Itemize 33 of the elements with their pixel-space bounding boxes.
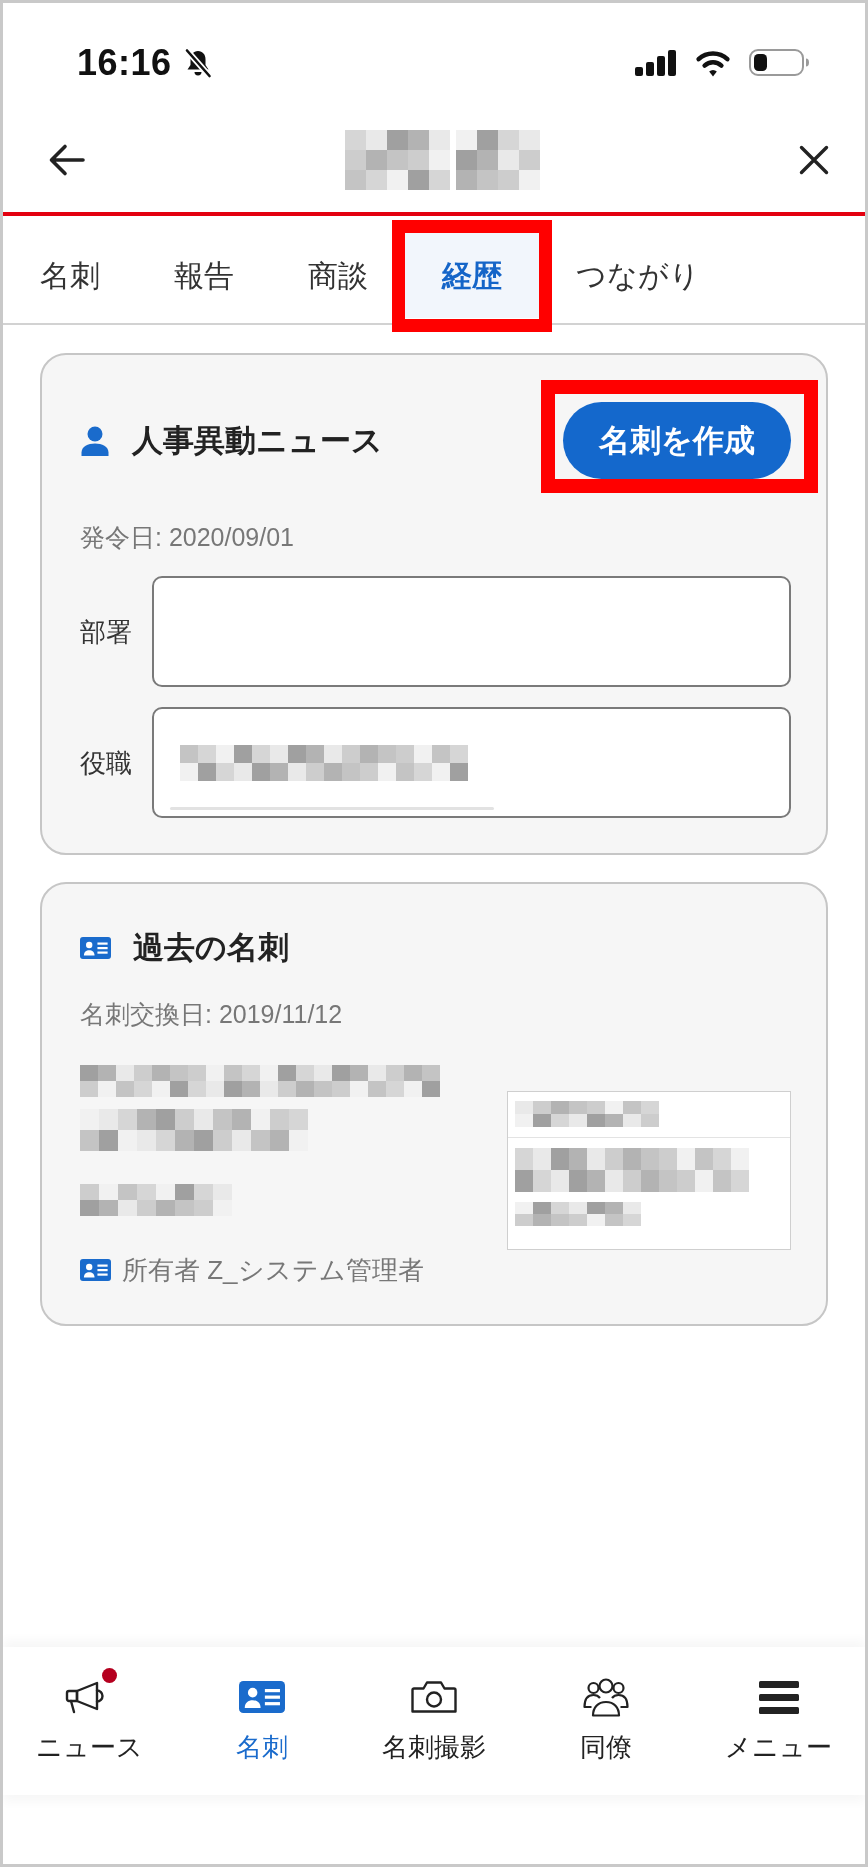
nav-tab[interactable]: 名刺 — [175, 1647, 348, 1795]
tab[interactable]: 商談 — [271, 233, 405, 318]
id-card-icon — [238, 1681, 285, 1713]
date-text: 名刺交換日: 2019/11/12 — [80, 999, 344, 1030]
create-card-button[interactable]: 名刺を作成 — [563, 402, 791, 479]
tab[interactable]: 報告 — [137, 233, 271, 318]
battery-icon — [749, 49, 810, 76]
camera-icon — [411, 1680, 457, 1714]
input-field[interactable] — [152, 576, 791, 687]
date-text: 発令日: 2020/09/01 — [80, 522, 295, 553]
nav-tab[interactable]: 同僚 — [520, 1647, 693, 1795]
card-title: 人事異動ニュース — [132, 422, 383, 459]
menu-icon — [758, 1680, 799, 1714]
owner-text: 所有者 Z_システム管理者 — [122, 1254, 424, 1286]
tab[interactable]: つながり — [539, 233, 737, 318]
nav-tab[interactable]: ニュース — [3, 1647, 176, 1795]
people-icon — [582, 1677, 631, 1717]
close-icon[interactable] — [799, 145, 829, 175]
back-arrow-icon[interactable] — [48, 143, 86, 177]
status-time: 16:16 — [77, 44, 172, 81]
field-label: 役職 — [80, 746, 132, 779]
signal-icon — [635, 49, 677, 76]
card-title: 過去の名刺 — [133, 930, 289, 966]
person-icon — [80, 425, 110, 456]
tab[interactable]: 名刺 — [3, 233, 137, 318]
id-card-icon — [80, 1259, 111, 1281]
tab[interactable]: 経歴 — [405, 233, 539, 318]
field-label: 部署 — [80, 615, 132, 648]
nav-tab[interactable]: メニュー — [692, 1647, 865, 1795]
id-card-icon — [80, 937, 111, 959]
wifi-icon — [694, 48, 732, 77]
input-field[interactable] — [152, 707, 791, 818]
nav-tab[interactable]: 名刺撮影 — [347, 1647, 521, 1795]
